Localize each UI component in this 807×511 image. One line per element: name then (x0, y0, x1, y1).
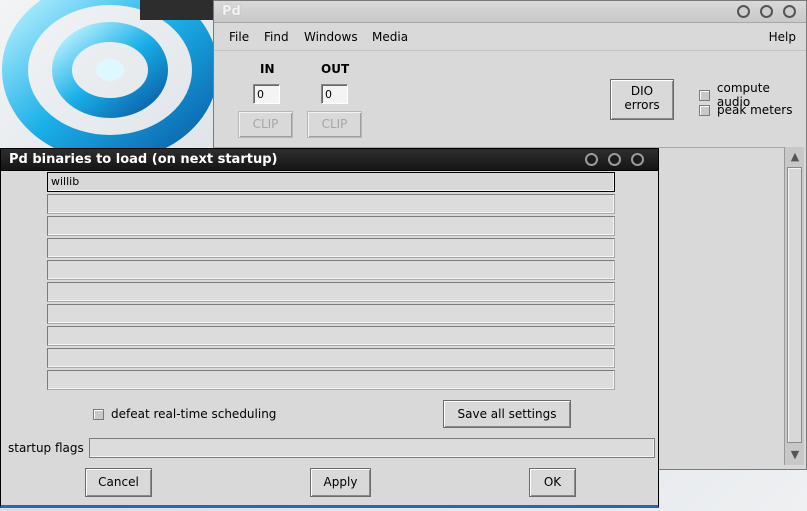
defeat-rt-checkbox[interactable] (93, 408, 104, 420)
startup-flags-input[interactable] (89, 438, 655, 458)
binaries-dialog: Pd binaries to load (on next startup) wi… (0, 148, 659, 508)
cancel-button[interactable]: Cancel (85, 468, 152, 497)
path-entry[interactable] (47, 326, 615, 346)
scroll-up-arrow-icon[interactable]: ▲ (787, 149, 803, 165)
path-entry[interactable] (47, 216, 615, 236)
in-level-display: 0 (253, 84, 280, 104)
dialog-close-icon[interactable] (631, 153, 644, 166)
dialog-titlebar[interactable]: Pd binaries to load (on next startup) (1, 149, 658, 171)
console-scrollbar[interactable]: ▲ ▼ (784, 147, 804, 465)
menu-bar: File Find Windows Media Help (214, 23, 806, 51)
menu-find[interactable]: Find (264, 30, 289, 44)
out-level-display: 0 (321, 84, 348, 104)
menu-help[interactable]: Help (769, 30, 796, 44)
out-clip-button[interactable]: CLIP (307, 111, 362, 138)
compute-audio-checkbox[interactable] (699, 89, 710, 101)
dio-errors-line2: errors (624, 98, 660, 112)
menu-media[interactable]: Media (372, 30, 408, 44)
peak-meters-checkbox[interactable] (699, 104, 710, 116)
defeat-rt-toggle[interactable]: defeat real-time scheduling (93, 407, 276, 421)
path-entry[interactable] (47, 238, 615, 258)
save-all-settings-button[interactable]: Save all settings (443, 400, 571, 428)
out-label: OUT (321, 62, 350, 76)
main-titlebar[interactable]: Pd (214, 1, 806, 23)
ok-button[interactable]: OK (529, 468, 576, 497)
close-icon[interactable] (783, 5, 796, 18)
dialog-maximize-icon[interactable] (608, 153, 621, 166)
path-entry[interactable] (47, 260, 615, 280)
in-label: IN (260, 62, 275, 76)
path-entry[interactable] (47, 370, 615, 390)
defeat-rt-label: defeat real-time scheduling (111, 407, 277, 421)
minimize-icon[interactable] (737, 5, 750, 18)
path-entry[interactable] (47, 194, 615, 214)
scroll-down-arrow-icon[interactable]: ▼ (787, 447, 803, 463)
maximize-icon[interactable] (760, 5, 773, 18)
path-entry[interactable]: willib (47, 172, 615, 192)
in-clip-button[interactable]: CLIP (238, 111, 293, 138)
menu-windows[interactable]: Windows (304, 30, 358, 44)
peak-meters-label: peak meters (717, 103, 793, 117)
menu-file[interactable]: File (229, 30, 249, 44)
wallpaper-logo (2, 0, 220, 160)
main-window-title: Pd (222, 4, 241, 19)
dialog-minimize-icon[interactable] (585, 153, 598, 166)
apply-button[interactable]: Apply (310, 468, 371, 497)
scrollbar-thumb[interactable] (787, 167, 802, 443)
path-entry[interactable] (47, 282, 615, 302)
dialog-title: Pd binaries to load (on next startup) (9, 152, 278, 167)
path-entry[interactable] (47, 348, 615, 368)
binary-path-list: willib (47, 172, 615, 392)
peak-meters-toggle[interactable]: peak meters (699, 103, 792, 117)
dio-errors-button[interactable]: DIO errors (610, 79, 674, 120)
dio-errors-line1: DIO (630, 84, 654, 98)
path-entry[interactable] (47, 304, 615, 324)
startup-flags-label: startup flags (8, 441, 84, 455)
